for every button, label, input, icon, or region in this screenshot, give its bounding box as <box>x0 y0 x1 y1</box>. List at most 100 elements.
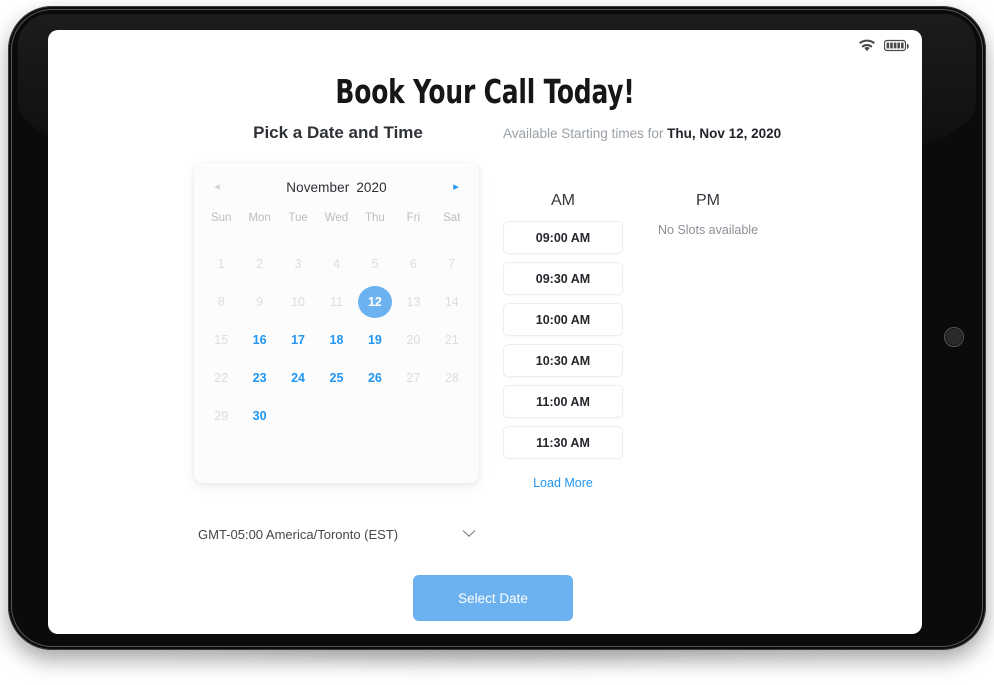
calendar-next-month-button[interactable]: ▸ <box>445 176 467 198</box>
pm-column-heading: PM <box>696 192 720 209</box>
status-bar <box>859 39 910 57</box>
calendar-day-27: 27 <box>394 359 432 397</box>
calendar-day-number: 7 <box>448 257 456 271</box>
calendar-day-number: 15 <box>214 333 229 347</box>
calendar-day-1: 1 <box>202 245 240 283</box>
battery-icon <box>883 39 910 57</box>
calendar-day-number: 4 <box>333 257 340 271</box>
calendar-day-number: 9 <box>256 295 264 309</box>
pick-date-time-heading: Pick a Date and Time <box>253 123 423 142</box>
calendar-day-number: 11 <box>329 295 343 309</box>
calendar-day-number: 30 <box>252 409 267 423</box>
calendar-year-label: 2020 <box>356 179 387 195</box>
calendar-day-14: 14 <box>433 283 471 321</box>
calendar-weekday-fri: Fri <box>406 212 421 224</box>
time-slot-button[interactable]: 09:00 AM <box>503 221 623 254</box>
calendar-day-8: 8 <box>202 283 240 321</box>
calendar-day-number: 25 <box>329 371 344 385</box>
calendar-day-9: 9 <box>240 283 278 321</box>
calendar-day-26[interactable]: 26 <box>356 359 394 397</box>
timezone-value: GMT-05:00 America/Toronto (EST) <box>198 526 399 542</box>
calendar-weekday-sun: Sun <box>210 212 232 224</box>
calendar-day-10: 10 <box>279 283 317 321</box>
calendar-day-28: 28 <box>433 359 471 397</box>
page-title: Book Your Call Today! <box>335 72 635 111</box>
calendar-day-7: 7 <box>433 245 471 283</box>
calendar-day-23[interactable]: 23 <box>240 359 278 397</box>
calendar-day-11: 11 <box>317 283 355 321</box>
time-slot-button[interactable]: 11:00 AM <box>503 385 623 418</box>
pm-no-slots-message: No Slots available <box>657 223 759 237</box>
calendar-day-30[interactable]: 30 <box>240 397 278 435</box>
calendar-day-number: 12 <box>357 286 392 318</box>
available-times-heading: Available Starting times for Thu, Nov 12… <box>503 126 781 141</box>
calendar-day-number: 17 <box>291 333 306 347</box>
calendar-day-4: 4 <box>317 245 355 283</box>
calendar-day-number: 24 <box>291 371 306 385</box>
calendar-day-number: 20 <box>406 333 421 347</box>
calendar-day-number: 1 <box>217 257 225 271</box>
calendar-day-5: 5 <box>356 245 394 283</box>
calendar-weekday-tue: Tue <box>288 212 308 224</box>
calendar-day-3: 3 <box>279 245 317 283</box>
select-date-button[interactable]: Select Date <box>413 575 573 621</box>
calendar-day-16[interactable]: 16 <box>240 321 278 359</box>
calendar-days-grid: 1 2 3 4 5 6 7 8 9 10 11 12 13 14 15 16 17 18 19 20 21 22 23 24 2… <box>202 245 471 435</box>
calendar-weekday-thu: Thu <box>365 212 385 224</box>
time-slot-button[interactable]: 11:30 AM <box>503 426 623 459</box>
available-times-date: Thu, Nov 12, 2020 <box>667 126 782 141</box>
chevron-down-icon <box>462 525 476 543</box>
calendar-day-number: 29 <box>214 409 229 423</box>
calendar-day-number: 26 <box>367 371 382 385</box>
calendar-day-20: 20 <box>394 321 432 359</box>
calendar-weekday-mon: Mon <box>248 212 271 224</box>
calendar-day-number: 28 <box>444 371 459 385</box>
calendar-day-number: 19 <box>367 333 382 347</box>
calendar-day-number: 22 <box>214 371 229 385</box>
calendar-day-15: 15 <box>202 321 240 359</box>
calendar-day-13: 13 <box>394 283 432 321</box>
calendar-header: ◂ November 2020 ▸ <box>194 175 479 199</box>
calendar-weekday-row: Sun Mon Tue Wed Thu Fri Sat <box>202 212 471 224</box>
timezone-select[interactable]: GMT-05:00 America/Toronto (EST) <box>198 517 478 551</box>
tablet-screen: Book Your Call Today! Pick a Date and Ti… <box>48 30 922 634</box>
time-slot-button[interactable]: 10:00 AM <box>503 303 623 336</box>
available-times-prefix: Available Starting times for <box>503 126 668 141</box>
time-slot-button[interactable]: 09:30 AM <box>503 262 623 295</box>
calendar-day-18[interactable]: 18 <box>317 321 355 359</box>
load-more-button[interactable]: Load More <box>503 476 623 490</box>
calendar-day-number: 23 <box>252 371 267 385</box>
calendar-weekday-sat: Sat <box>443 212 461 224</box>
home-button[interactable] <box>944 327 964 347</box>
calendar-day-number: 6 <box>409 257 417 271</box>
calendar-day-number: 27 <box>406 371 421 385</box>
calendar-day-22: 22 <box>202 359 240 397</box>
calendar-day-19[interactable]: 19 <box>356 321 394 359</box>
calendar-day-number: 2 <box>256 257 264 271</box>
time-slot-button[interactable]: 10:30 AM <box>503 344 623 377</box>
calendar-day-number: 14 <box>444 295 459 309</box>
calendar-weekday-wed: Wed <box>324 212 349 224</box>
calendar-day-number: 5 <box>371 257 379 271</box>
calendar-day-number: 18 <box>329 333 344 347</box>
calendar-month-year-label: November 2020 <box>286 180 387 195</box>
calendar-day-12[interactable]: 12 <box>356 283 394 321</box>
calendar-day-6: 6 <box>394 245 432 283</box>
calendar-day-29: 29 <box>202 397 240 435</box>
calendar-month-label: November <box>286 179 350 195</box>
calendar-day-number: 21 <box>444 333 459 347</box>
calendar-day-17[interactable]: 17 <box>279 321 317 359</box>
calendar-day-number: 3 <box>294 257 302 271</box>
calendar-day-number: 8 <box>217 295 225 309</box>
calendar-day-25[interactable]: 25 <box>317 359 355 397</box>
calendar-day-2: 2 <box>240 245 278 283</box>
am-time-slot-list: 09:00 AM 09:30 AM 10:00 AM 10:30 AM 11:00 AM… <box>503 221 623 467</box>
wifi-icon <box>859 39 875 57</box>
am-column-heading: AM <box>551 192 575 209</box>
calendar-day-number: 16 <box>252 333 267 347</box>
calendar-day-24[interactable]: 24 <box>279 359 317 397</box>
calendar-prev-month-button[interactable]: ◂ <box>206 176 228 198</box>
calendar-day-number: 13 <box>406 295 421 309</box>
calendar-day-number: 10 <box>291 295 306 309</box>
calendar-day-21: 21 <box>433 321 471 359</box>
